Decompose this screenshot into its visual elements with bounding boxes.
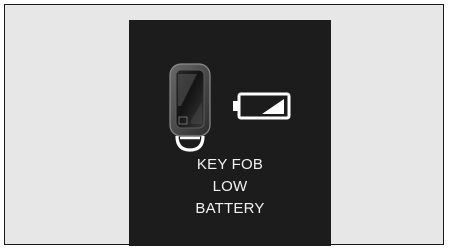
warning-message: KEY FOB LOW BATTERY — [129, 154, 331, 220]
illustration-frame: KEY FOB LOW BATTERY — [4, 4, 444, 246]
warning-line-2: LOW — [212, 178, 248, 195]
warning-line-3: BATTERY — [195, 200, 265, 217]
instrument-display: KEY FOB LOW BATTERY — [129, 20, 331, 246]
low-battery-icon — [233, 92, 291, 120]
warning-line-1: KEY FOB — [196, 156, 264, 173]
key-fob-icon — [169, 63, 211, 152]
